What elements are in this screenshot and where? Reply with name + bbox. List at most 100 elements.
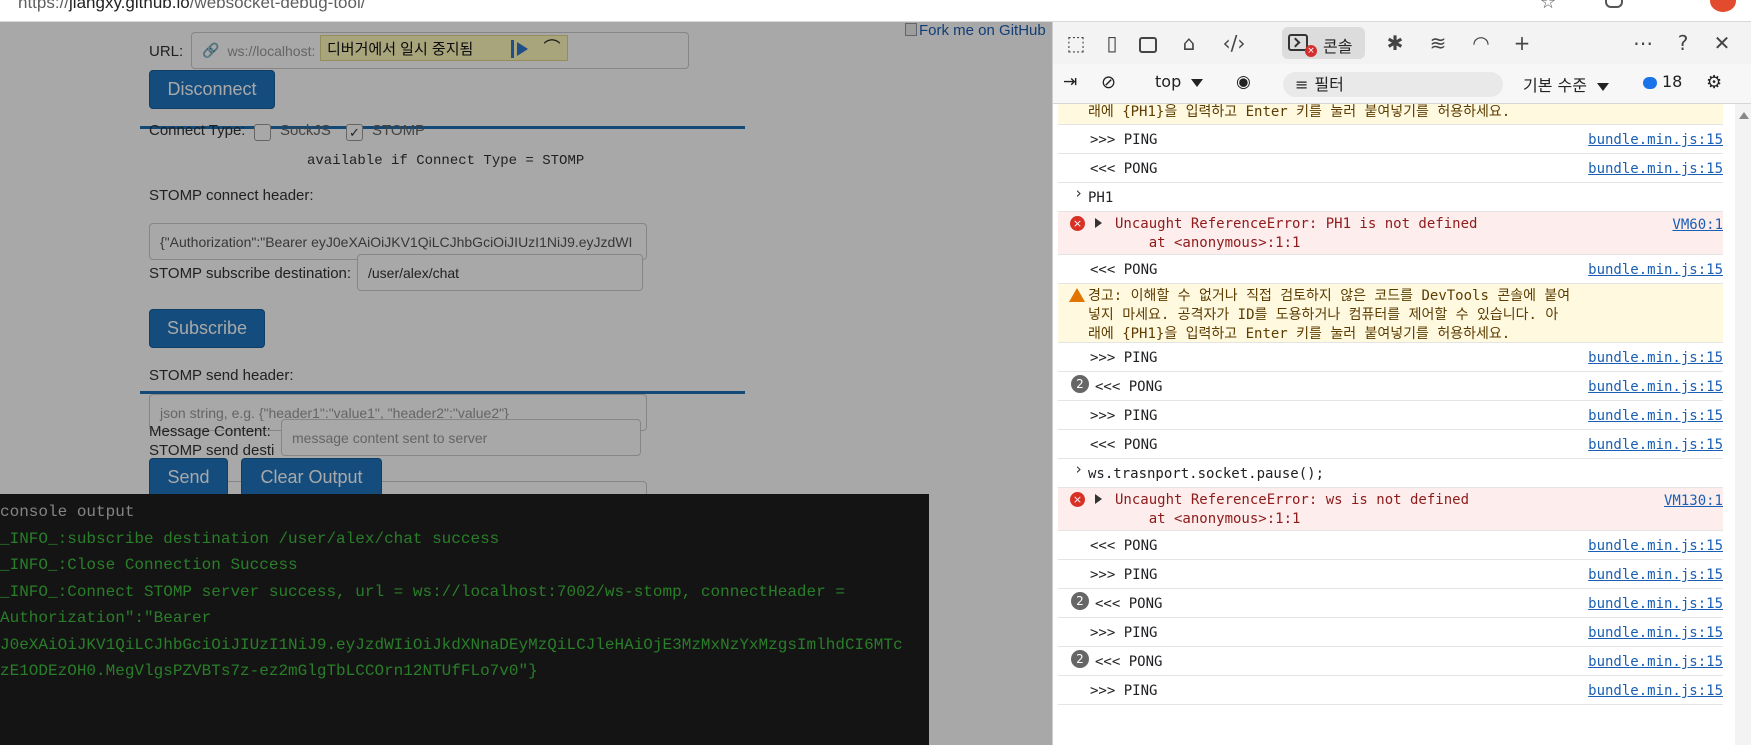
live-expression-eye-icon[interactable]: ◉ (1236, 72, 1251, 92)
source-link[interactable]: bundle.min.js:15 (1588, 406, 1723, 426)
stomp-subscribe-input[interactable]: /user/alex/chat (357, 254, 643, 291)
console-message: >>> PING (1090, 132, 1158, 148)
console-output-panel: console output _INFO_:subscribe destinat… (0, 494, 929, 745)
error-icon: × (1070, 492, 1085, 507)
console-message: >>> PING (1090, 683, 1158, 699)
console-message: >>> PING (1090, 350, 1158, 366)
issues-counter[interactable]: 18 (1643, 72, 1682, 91)
tab-console[interactable]: × 콘솔 (1282, 27, 1365, 59)
clear-console-icon[interactable]: ⊘ (1101, 72, 1116, 93)
devtools-panel: ⬚ ▯ ⌂ ‹/› × 콘솔 ✱ ≋ ◠ + ⋯ ? ✕ ⇥ ⊘ top ◉ ≡… (1052, 22, 1751, 745)
url-label: URL: (149, 43, 184, 60)
console-message: <<< PONG (1090, 161, 1158, 177)
performance-gauge-icon[interactable]: ◠ (1468, 31, 1494, 55)
console-message: <<< PONG (1095, 379, 1163, 395)
console-log-row: <<< PONG bundle.min.js:15 (1058, 531, 1723, 560)
source-link[interactable]: bundle.min.js:15 (1588, 594, 1723, 614)
help-icon[interactable]: ? (1670, 31, 1696, 55)
console-message: PH1 (1088, 190, 1114, 206)
resume-icon[interactable] (511, 40, 535, 58)
close-icon[interactable]: ✕ (1709, 31, 1735, 55)
console-log-row: <<< PONG bundle.min.js:15 (1058, 255, 1723, 284)
console-log-row: >>> PING bundle.min.js:15 (1058, 343, 1723, 372)
expand-triangle-icon[interactable] (1095, 218, 1102, 228)
sockjs-checkbox[interactable] (254, 124, 271, 141)
console-error-row: × Uncaught ReferenceError: PH1 is not def… (1058, 212, 1723, 255)
console-warning-row: 래에 {PH1}을 입력하고 Enter 키를 눌러 붙여넣기를 허용하세요. (1058, 104, 1723, 125)
web-page: URL: 🔗 ws://localhost: 디버거에서 일시 중지됨 ⌒ Fo… (0, 22, 1052, 745)
address-bar[interactable]: https://jiangxy.github.io/websocket-debu… (0, 0, 1751, 22)
console-log: 래에 {PH1}을 입력하고 Enter 키를 눌러 붙여넣기를 허용하세요. >… (1053, 104, 1751, 745)
welcome-home-icon[interactable]: ⌂ (1176, 31, 1202, 55)
stomp-send-destination-label: STOMP send desti (149, 442, 275, 459)
more-options-icon[interactable]: ⋯ (1630, 31, 1656, 55)
network-wifi-icon[interactable]: ≋ (1425, 31, 1451, 55)
console-message: ws.trasnport.socket.pause(); (1088, 466, 1325, 482)
console-toolbar: ⇥ ⊘ top ◉ ≡ 필터 기본 수준 18 ⚙ (1053, 64, 1751, 104)
console-log-row: 2 <<< PONG bundle.min.js:15 (1058, 589, 1723, 618)
source-link[interactable]: VM60:1 (1672, 215, 1723, 235)
log-levels-select[interactable]: 기본 수준 (1523, 72, 1609, 96)
inspect-element-icon[interactable]: ⬚ (1063, 31, 1089, 55)
source-link[interactable]: bundle.min.js:15 (1588, 435, 1723, 455)
console-message: >>> PING (1090, 408, 1158, 424)
debugger-paused-banner: 디버거에서 일시 중지됨 ⌒ (320, 35, 568, 61)
message-content-input[interactable]: message content sent to server (281, 419, 641, 456)
console-message: 경고: 이해할 수 없거나 직접 검토하지 않은 코드를 DevTools 콘솔… (1088, 288, 1571, 342)
console-message: <<< PONG (1090, 262, 1158, 278)
console-message: Uncaught ReferenceError: PH1 is not defi… (1115, 216, 1478, 251)
repeat-count-badge: 2 (1071, 375, 1089, 393)
step-over-icon[interactable]: ⌒ (539, 38, 565, 60)
console-line: J0eXAiOiJKV1QiLCJhbGciOiJIUzI1NiJ9.eyJzd… (0, 635, 903, 654)
repeat-count-badge: 2 (1071, 592, 1089, 610)
device-emulation-icon[interactable]: ▯ (1099, 31, 1125, 55)
clear-output-button[interactable]: Clear Output (241, 458, 382, 497)
warning-icon (1069, 288, 1085, 302)
settings-gear-icon[interactable]: ⚙ (1706, 72, 1722, 93)
available-note: available if Connect Type = STOMP (307, 153, 585, 169)
console-input-row: › ws.trasnport.socket.pause(); (1058, 459, 1723, 488)
filter-icon: ≡ (1295, 75, 1309, 94)
dock-side-icon[interactable] (1135, 31, 1161, 55)
source-link[interactable]: bundle.min.js:15 (1588, 260, 1723, 280)
context-select[interactable]: top (1155, 72, 1204, 91)
source-link[interactable]: bundle.min.js:15 (1588, 652, 1723, 672)
console-log-row: 2 <<< PONG bundle.min.js:15 (1058, 647, 1723, 676)
send-button[interactable]: Send (149, 458, 228, 497)
source-link[interactable]: bundle.min.js:15 (1588, 536, 1723, 556)
stomp-checkbox[interactable]: ✓ (346, 124, 363, 141)
console-message: >>> PING (1090, 625, 1158, 641)
filter-input[interactable]: ≡ 필터 (1283, 72, 1503, 97)
console-log-row: >>> PING bundle.min.js:15 (1058, 125, 1723, 154)
source-link[interactable]: bundle.min.js:15 (1588, 377, 1723, 397)
scroll-up-icon[interactable] (1739, 112, 1749, 119)
issues-icon (1643, 76, 1657, 89)
elements-code-icon[interactable]: ‹/› (1221, 31, 1247, 55)
console-message: >>> PING (1090, 567, 1158, 583)
source-link[interactable]: bundle.min.js:15 (1588, 681, 1723, 701)
source-link[interactable]: bundle.min.js:15 (1588, 348, 1723, 368)
subscribe-button[interactable]: Subscribe (149, 309, 265, 348)
sidebar-toggle-icon[interactable]: ⇥ (1063, 72, 1077, 92)
stomp-connect-header-label: STOMP connect header: (149, 187, 314, 204)
url-text[interactable]: https://jiangxy.github.io/websocket-debu… (18, 0, 365, 13)
extensions-icon[interactable] (1605, 0, 1623, 8)
console-warning-row: 경고: 이해할 수 없거나 직접 검토하지 않은 코드를 DevTools 콘솔… (1058, 284, 1723, 343)
avatar[interactable] (1710, 0, 1736, 12)
source-link[interactable]: bundle.min.js:15 (1588, 623, 1723, 643)
disconnect-button[interactable]: Disconnect (149, 70, 275, 109)
stomp-label: STOMP (372, 122, 426, 139)
console-log-row: <<< PONG bundle.min.js:15 (1058, 154, 1723, 183)
console-message: <<< PONG (1090, 538, 1158, 554)
source-link[interactable]: bundle.min.js:15 (1588, 159, 1723, 179)
fork-link[interactable]: Fork me on GitHub (905, 22, 1046, 39)
console-output-title: console output (0, 503, 135, 521)
bookmark-star-icon[interactable]: ☆ (1540, 0, 1556, 13)
scrollbar[interactable] (1735, 104, 1751, 745)
source-link[interactable]: bundle.min.js:15 (1588, 565, 1723, 585)
source-link[interactable]: VM130:1 (1664, 491, 1723, 511)
source-link[interactable]: bundle.min.js:15 (1588, 130, 1723, 150)
bug-sources-icon[interactable]: ✱ (1382, 31, 1408, 55)
more-tools-plus-icon[interactable]: + (1509, 31, 1535, 55)
expand-triangle-icon[interactable] (1095, 494, 1102, 504)
